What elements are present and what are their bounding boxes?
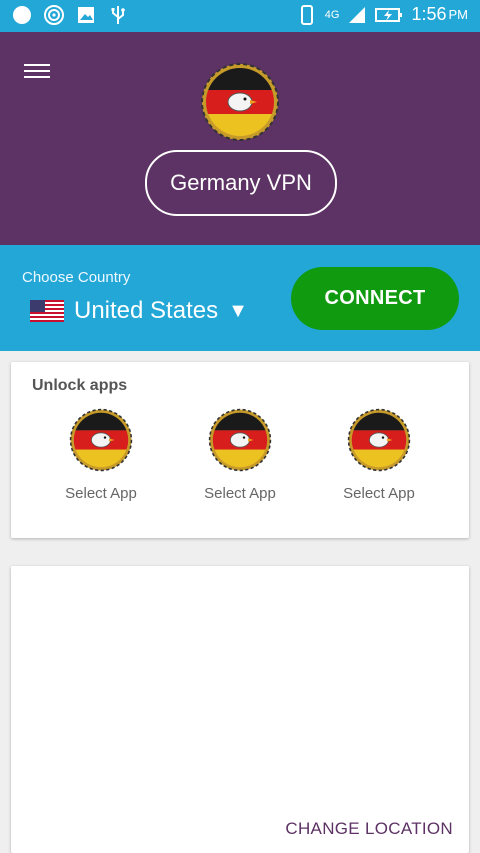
- germany-badge-icon: [201, 63, 279, 141]
- clock-ampm: PM: [448, 7, 469, 22]
- clock-time: 1:56: [411, 4, 447, 24]
- hotspot-icon: [44, 5, 64, 25]
- app-title-pill: Germany VPN: [145, 150, 337, 216]
- connect-panel: Choose Country United States ▼ CONNECT: [0, 245, 480, 351]
- app-slot-2[interactable]: Select App: [195, 408, 285, 502]
- image-icon: [78, 7, 94, 23]
- connect-button[interactable]: CONNECT: [291, 267, 459, 330]
- select-app-label: Select App: [65, 485, 137, 502]
- germany-badge-icon: [347, 408, 411, 472]
- location-card: CHANGE LOCATION: [11, 566, 469, 853]
- app-slot-1[interactable]: Select App: [56, 408, 146, 502]
- usb-icon: [111, 6, 125, 24]
- phone-icon: [300, 4, 313, 25]
- change-location-button[interactable]: CHANGE LOCATION: [285, 819, 453, 839]
- selected-country-name: United States: [74, 297, 219, 324]
- unlock-apps-title: Unlock apps: [32, 377, 128, 394]
- app-slot-3[interactable]: Select App: [334, 408, 424, 502]
- status-bar: 4G 1:56 PM: [0, 0, 480, 32]
- unlock-apps-card: Unlock apps Select App Select App Select…: [11, 362, 469, 538]
- select-app-label: Select App: [204, 485, 276, 502]
- germany-badge-icon: [208, 408, 272, 472]
- app-title: Germany VPN: [170, 170, 312, 195]
- signal-icon: [349, 6, 366, 23]
- network-type-label: 4G: [324, 8, 340, 21]
- circle-icon: [13, 6, 31, 24]
- menu-icon[interactable]: [24, 60, 50, 80]
- country-selector[interactable]: United States ▼: [30, 297, 248, 325]
- us-flag-icon: [30, 300, 64, 322]
- app-header: Germany VPN: [0, 32, 480, 245]
- germany-badge-icon: [69, 408, 133, 472]
- battery-icon: [375, 7, 403, 22]
- connect-button-label: CONNECT: [324, 287, 426, 309]
- chevron-down-icon: ▼: [228, 299, 248, 322]
- choose-country-label: Choose Country: [22, 269, 131, 286]
- select-app-label: Select App: [343, 485, 415, 502]
